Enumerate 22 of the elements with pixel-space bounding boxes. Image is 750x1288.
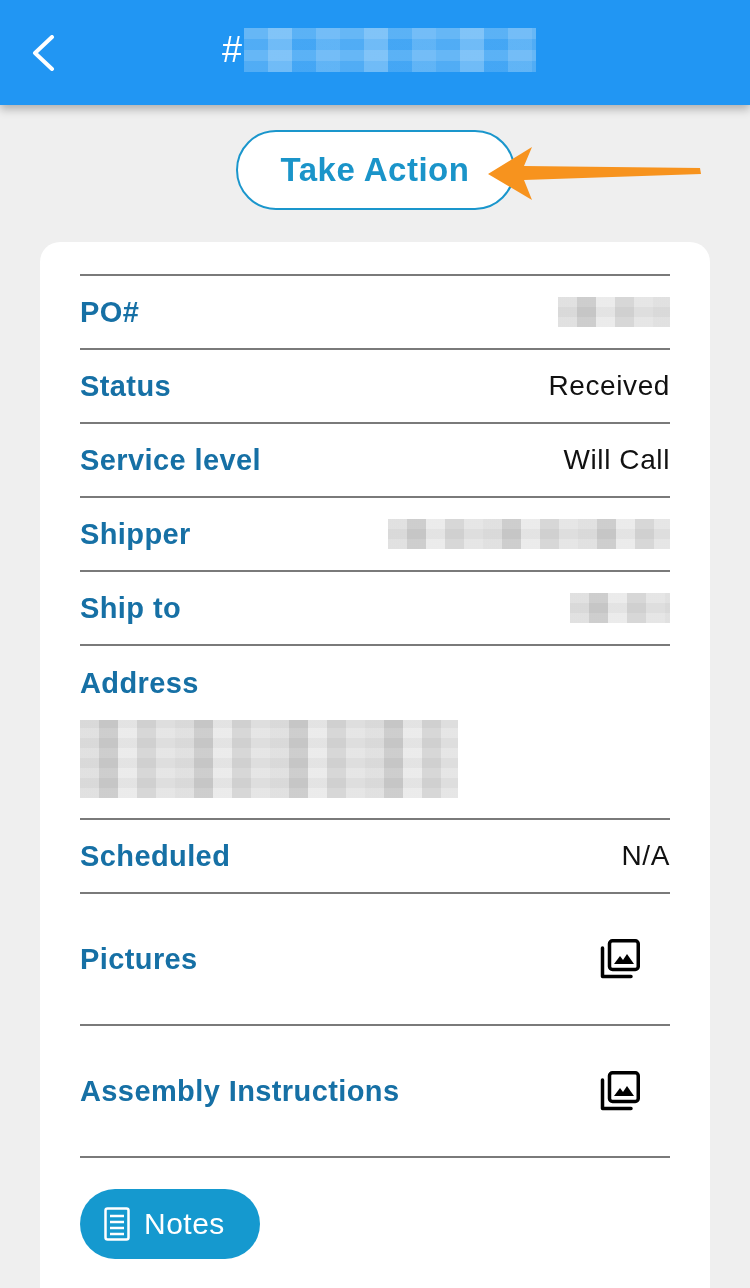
field-label: Scheduled <box>80 839 231 873</box>
gallery-button[interactable] <box>600 1071 640 1111</box>
field-label: Service level <box>80 443 261 477</box>
gallery-icon <box>600 1071 640 1111</box>
field-label: Assembly Instructions <box>80 1074 400 1108</box>
back-icon <box>31 34 55 71</box>
field-value: Will Call <box>563 443 670 477</box>
field-label: Ship to <box>80 591 182 625</box>
field-value: Received <box>548 369 670 403</box>
field-label: PO# <box>80 295 140 329</box>
field-label: Address <box>80 666 199 700</box>
back-button[interactable] <box>31 34 55 71</box>
field-label: Status <box>80 369 172 403</box>
gallery-icon <box>600 939 640 979</box>
field-label: Shipper <box>80 517 191 551</box>
header-title: # <box>222 28 242 71</box>
notes-button[interactable]: Notes <box>80 1189 260 1259</box>
take-action-button[interactable]: Take Action <box>235 130 515 210</box>
field-label: Pictures <box>80 942 198 976</box>
document-icon <box>104 1207 130 1241</box>
gallery-button[interactable] <box>600 939 640 979</box>
field-value: N/A <box>621 839 670 873</box>
